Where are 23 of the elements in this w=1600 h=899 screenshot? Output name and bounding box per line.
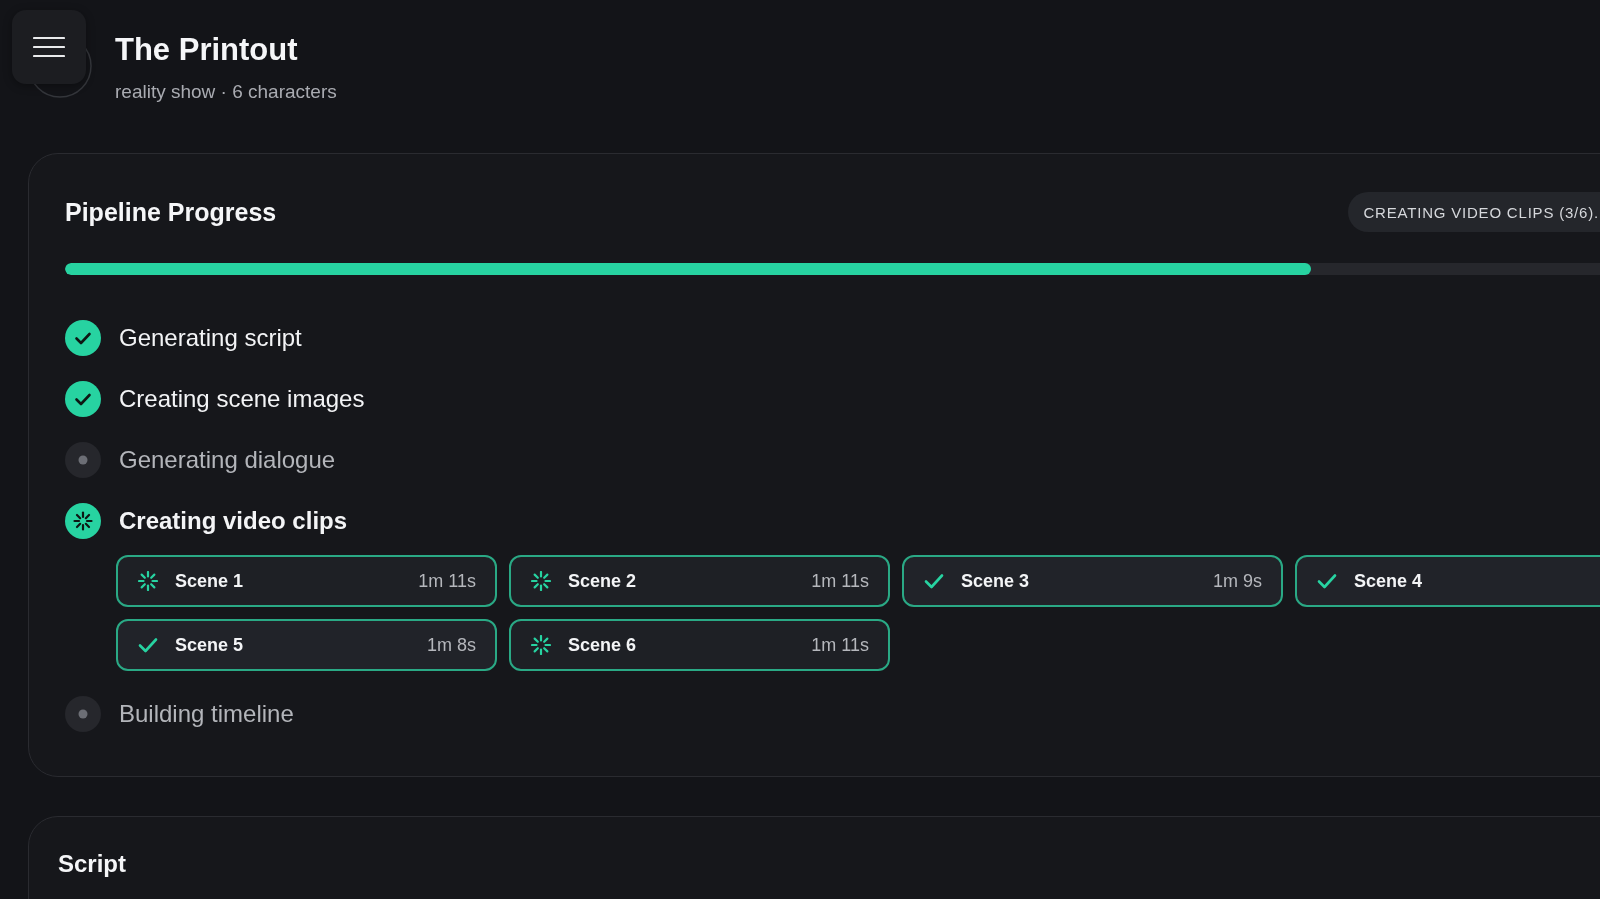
menu-icon — [33, 36, 65, 58]
scene-duration: 1m 9s — [1212, 570, 1262, 592]
page-title: The Printout — [115, 32, 298, 68]
step-label: Creating scene images — [119, 384, 365, 414]
status-badge: CREATING VIDEO CLIPS (3/6). — [1348, 192, 1600, 232]
step-label: Generating dialogue — [119, 445, 336, 475]
scene-duration: 1m 11s — [811, 570, 869, 592]
step-label: Creating video clips — [119, 506, 348, 536]
card-title: Script — [58, 849, 126, 879]
scene-duration: 1m 11s — [418, 570, 476, 592]
step-label: Generating script — [119, 323, 302, 353]
scene-duration: 1m 11s — [811, 634, 869, 656]
scene-name: Scene 6 — [568, 634, 637, 656]
scene-name: Scene 5 — [175, 634, 244, 656]
scene-duration: 1m 8s — [426, 634, 476, 656]
scene-name: Scene 2 — [568, 570, 637, 592]
scene-name: Scene 3 — [961, 570, 1030, 592]
page-subtitle: reality show · 6 characters — [115, 80, 337, 104]
scene-name: Scene 4 — [1354, 570, 1423, 592]
menu-button[interactable] — [12, 10, 86, 84]
step-label: Building timeline — [119, 699, 294, 729]
scene-name: Scene 1 — [175, 570, 244, 592]
card-title: Pipeline Progress — [65, 197, 277, 227]
